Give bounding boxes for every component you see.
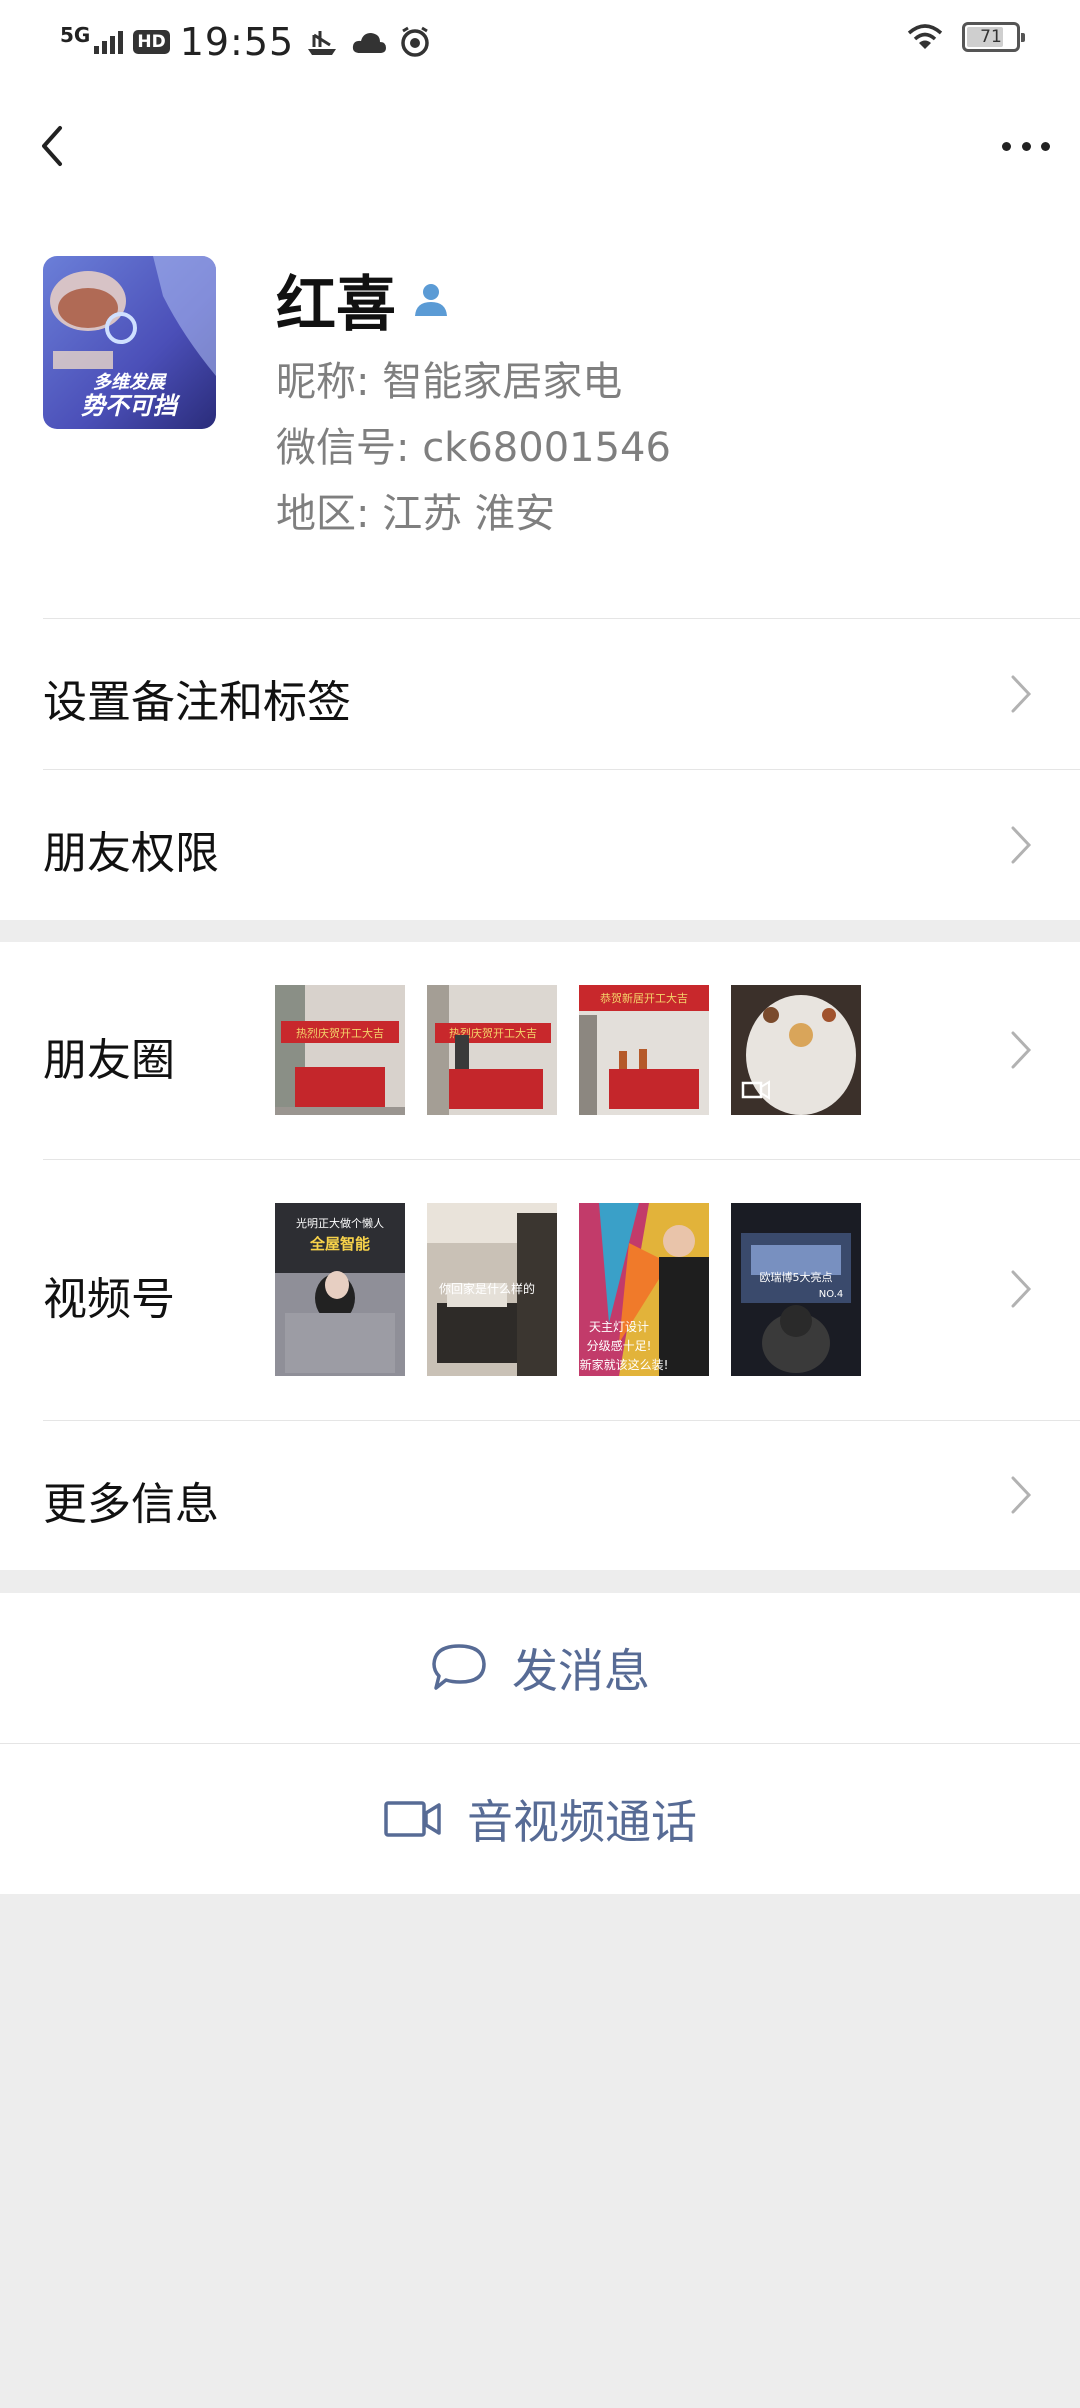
name-row: 红喜 <box>276 256 452 343</box>
chat-bubble-icon <box>432 1644 486 1690</box>
channels-caption: 天主灯设计 <box>589 1320 649 1334</box>
channels-thumbnail: 天主灯设计 分级感十足! 新家就该这么装! <box>579 1203 709 1376</box>
clock: 19:55 <box>179 20 295 64</box>
moments-thumbnail: 热烈庆贺开工大吉 <box>275 985 405 1115</box>
channels-caption: 分级感十足! <box>587 1338 652 1353</box>
moments-row[interactable]: 朋友圈 热烈庆贺开工大吉 热烈庆贺开工大吉 恭贺新居开工大吉 <box>0 942 1080 1159</box>
channels-caption: 光明正大做个懒人 <box>296 1216 384 1230</box>
remark-tags-row[interactable]: 设置备注和标签 <box>0 618 1080 769</box>
video-call-label: 音视频通话 <box>467 1795 697 1849</box>
moments-label: 朋友圈 <box>43 1035 175 1086</box>
region: 地区: 江苏 淮安 <box>276 491 555 537</box>
channels-thumbnail: 欧瑞博5大亮点 NO.4 <box>731 1203 861 1376</box>
chevron-right-icon <box>1011 1476 1032 1514</box>
avatar-text-bottom: 势不可挡 <box>81 392 181 420</box>
signal-icon <box>94 30 124 54</box>
cloud-icon <box>353 33 387 53</box>
channels-caption: 新家就该这么装! <box>580 1357 669 1372</box>
channels-label: 视频号 <box>43 1274 175 1325</box>
more-info-label: 更多信息 <box>43 1479 219 1530</box>
channels-caption: NO.4 <box>819 1289 844 1300</box>
wifi-icon <box>907 24 943 49</box>
status-left: 5G HD 19:55 <box>60 18 432 66</box>
content-section: 朋友圈 热烈庆贺开工大吉 热烈庆贺开工大吉 恭贺新居开工大吉 视频号 光明正大做… <box>0 942 1080 1570</box>
chevron-right-icon <box>1011 826 1032 864</box>
nickname: 昵称: 智能家居家电 <box>276 359 623 405</box>
chevron-right-icon <box>1011 1270 1032 1308</box>
moments-thumbnail: 热烈庆贺开工大吉 <box>427 985 557 1115</box>
profile-card: 多维发展 势不可挡 红喜 昵称: 智能家居家电 微信号: ck68001546 … <box>0 214 1080 618</box>
channels-thumbnail: 光明正大做个懒人 全屋智能 <box>275 1203 405 1376</box>
remark-tags-label: 设置备注和标签 <box>43 677 351 728</box>
moments-caption: 恭贺新居开工大吉 <box>600 991 688 1005</box>
person-badge-icon <box>415 283 447 316</box>
status-bar: 5G HD 19:55 71 <box>0 0 1080 84</box>
send-message-label: 发消息 <box>512 1644 650 1698</box>
more-dots-icon <box>1002 141 1011 151</box>
settings-section: 设置备注和标签 朋友权限 <box>0 618 1080 920</box>
chevron-right-icon <box>1011 1031 1032 1069</box>
avatar-image: 多维发展 势不可挡 <box>43 256 216 429</box>
battery-icon: 71 <box>962 22 1025 52</box>
video-call-button[interactable]: 音视频通话 <box>0 1744 1080 1894</box>
channels-caption: 你回家是什么样的 <box>439 1281 535 1296</box>
chevron-left-icon <box>42 126 62 166</box>
send-message-button[interactable]: 发消息 <box>0 1593 1080 1743</box>
channels-caption: 全屋智能 <box>309 1235 370 1253</box>
channels-caption: 欧瑞博5大亮点 <box>760 1270 833 1284</box>
avatar-text-top: 多维发展 <box>93 372 168 393</box>
avatar[interactable]: 多维发展 势不可挡 <box>43 256 216 429</box>
back-button[interactable] <box>30 116 80 176</box>
alarm-icon <box>401 26 429 57</box>
friend-permission-label: 朋友权限 <box>43 828 219 879</box>
video-camera-icon <box>384 1801 441 1837</box>
more-button[interactable] <box>996 126 1056 166</box>
more-info-row[interactable]: 更多信息 <box>0 1420 1080 1570</box>
wechat-id: 微信号: ck68001546 <box>276 425 671 471</box>
display-name: 红喜 <box>276 270 396 340</box>
channels-row[interactable]: 视频号 光明正大做个懒人 全屋智能 你回家是什么样的 天主灯设计 分级感十足! … <box>0 1159 1080 1420</box>
hd-badge: HD <box>133 30 170 54</box>
top-navigation-bar <box>0 84 1080 214</box>
chevron-right-icon <box>1011 675 1032 713</box>
status-right: 71 <box>906 22 1025 52</box>
boat-icon <box>308 31 337 55</box>
moments-caption: 热烈庆贺开工大吉 <box>296 1026 384 1040</box>
battery-level: 71 <box>980 27 1002 47</box>
network-type: 5G <box>60 23 91 47</box>
friend-permission-row[interactable]: 朋友权限 <box>0 769 1080 920</box>
moments-video-thumbnail <box>731 985 861 1115</box>
channels-thumbnail: 你回家是什么样的 <box>427 1203 557 1376</box>
moments-thumbnail: 恭贺新居开工大吉 <box>579 985 709 1115</box>
